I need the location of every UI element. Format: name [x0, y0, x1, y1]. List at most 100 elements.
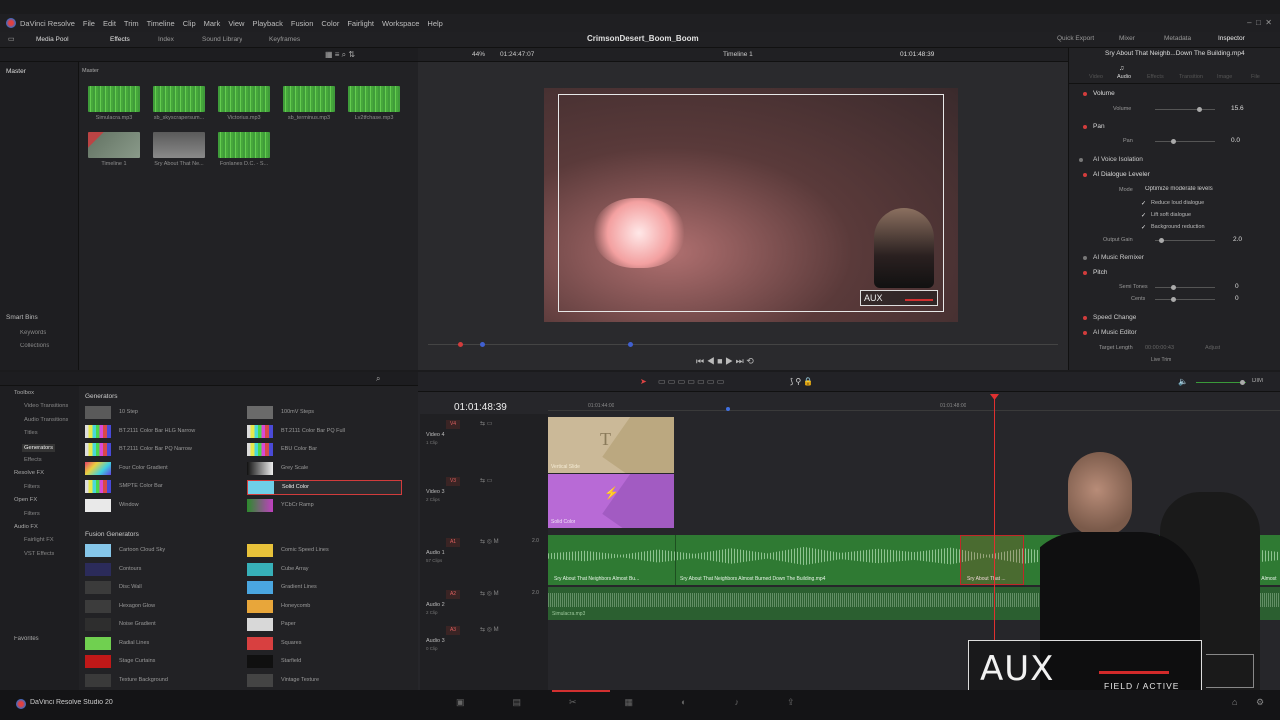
ai-voice-isolation-title[interactable]: AI Voice Isolation: [1093, 156, 1143, 163]
track-control-icons[interactable]: ⇆ ◎ M: [480, 626, 499, 633]
tab-audio[interactable]: Audio: [1117, 74, 1131, 80]
remixer-dot[interactable]: [1083, 256, 1087, 260]
marker-red[interactable]: [458, 342, 463, 347]
semi-tones-value[interactable]: 0: [1235, 283, 1239, 290]
generator-item[interactable]: BT.2111 Color Bar PQ Full: [247, 424, 402, 440]
fusion-generator-item[interactable]: Comic Speed Lines: [247, 544, 402, 559]
fusion-generator-item[interactable]: Noise Gradient: [85, 618, 240, 633]
menu-item-view[interactable]: View: [228, 19, 244, 28]
page-tabs[interactable]: ▣▤✂▦◐♪⇪: [456, 697, 843, 708]
generator-item[interactable]: Window: [85, 498, 240, 514]
check-icon-3[interactable]: ✓: [1141, 224, 1146, 231]
master-bin[interactable]: Master: [6, 68, 26, 75]
menu-item-color[interactable]: Color: [321, 19, 339, 28]
fusion-generator-item[interactable]: Gradient Lines: [247, 581, 402, 596]
volume-enable-dot[interactable]: [1083, 92, 1087, 96]
track-id-badge[interactable]: V4: [446, 420, 460, 429]
fusion-generator-item[interactable]: Stage Curtains: [85, 655, 240, 670]
menu-item-help[interactable]: Help: [427, 19, 442, 28]
fusion-generator-item[interactable]: Cartoon Cloud Sky: [85, 544, 240, 559]
edit-tools-icons[interactable]: ▭ ▭ ▭ ▭ ▭ ▭ ▭: [658, 377, 724, 386]
smart-bin-collections[interactable]: Collections: [20, 343, 49, 349]
generator-item[interactable]: 10 Step: [85, 406, 240, 421]
title-clip-v4[interactable]: T Vertical Slide: [548, 417, 674, 473]
snap-link-icons[interactable]: ⟆ ⚲ 🔒: [790, 377, 813, 386]
generator-item[interactable]: 100mV Steps: [247, 406, 402, 421]
search-icon[interactable]: ⌕: [376, 374, 380, 384]
track-id-badge[interactable]: A1: [446, 538, 460, 547]
metadata-button[interactable]: Metadata: [1164, 35, 1191, 42]
media-clip[interactable]: sb_terminus.mp3: [283, 86, 335, 121]
check-icon-2[interactable]: ✓: [1141, 212, 1146, 219]
fx-category-toolbox[interactable]: Toolbox: [14, 390, 34, 396]
playhead[interactable]: [994, 398, 995, 640]
fx-category-video-transitions[interactable]: Video Transitions: [24, 403, 68, 409]
menu-item-timeline[interactable]: Timeline: [147, 19, 175, 28]
generator-item[interactable]: EBU Color Bar: [247, 443, 402, 458]
dialogue-enable-dot[interactable]: [1083, 173, 1087, 177]
menu-item-file[interactable]: File: [83, 19, 95, 28]
fx-category-resolve-fx[interactable]: Resolve FX: [14, 470, 44, 476]
fx-category-open-fx[interactable]: Open FX: [14, 497, 37, 503]
tab-effects[interactable]: Effects: [1147, 74, 1164, 80]
media-clip[interactable]: Lv2tfchase.mp3: [348, 86, 400, 121]
fusion-generator-item[interactable]: Disc Wall: [85, 581, 240, 596]
track-level[interactable]: 2.0: [532, 538, 539, 544]
generator-item[interactable]: Solid Color: [247, 480, 402, 495]
target-length-value[interactable]: 00:00:00:43: [1145, 345, 1174, 351]
semi-tones-slider[interactable]: [1155, 285, 1215, 290]
zoom-level[interactable]: 44%: [472, 51, 485, 58]
track-id-badge[interactable]: A3: [446, 626, 460, 635]
fusion-generator-item[interactable]: Cube Array: [247, 562, 402, 578]
fx-category-filters[interactable]: Filters: [24, 511, 40, 517]
media-clip[interactable]: Fonlanes D.C. - S...: [218, 132, 270, 167]
track-level[interactable]: 2.0: [532, 590, 539, 596]
media-clip[interactable]: Victorius.mp3: [218, 86, 270, 121]
fx-category-audio-transitions[interactable]: Audio Transitions: [24, 417, 68, 423]
music-editor-dot[interactable]: [1083, 331, 1087, 335]
fx-category-audio-fx[interactable]: Audio FX: [14, 524, 38, 530]
video-frame[interactable]: AUX: [544, 88, 958, 322]
generator-item[interactable]: BT.2111 Color Bar HLG Narrow: [85, 424, 240, 440]
timeline-marker-blue[interactable]: [726, 407, 730, 411]
effects-button[interactable]: Effects: [110, 36, 130, 43]
fusion-generator-item[interactable]: Vintage Texture: [247, 673, 402, 689]
generator-item[interactable]: BT.2111 Color Bar PQ Narrow: [85, 443, 240, 458]
scrubber-bar[interactable]: [428, 344, 1058, 345]
menu-item-clip[interactable]: Clip: [183, 19, 196, 28]
settings-gear-icon[interactable]: ⚙: [1256, 697, 1264, 708]
home-icon[interactable]: ⌂: [1232, 697, 1237, 707]
speed-change-title[interactable]: Speed Change: [1093, 314, 1136, 321]
tab-image[interactable]: Image: [1217, 74, 1232, 80]
output-gain-slider[interactable]: [1155, 238, 1215, 243]
layout-icons[interactable]: ▭: [8, 35, 15, 43]
fx-category-generators[interactable]: Generators: [22, 443, 55, 452]
output-gain-value[interactable]: 2.0: [1233, 236, 1242, 243]
pan-enable-dot[interactable]: [1083, 125, 1087, 129]
quick-export-button[interactable]: Quick Export: [1057, 35, 1094, 42]
cents-slider[interactable]: [1155, 297, 1215, 302]
generator-item[interactable]: YCbCr Ramp: [247, 498, 402, 514]
master-volume-slider[interactable]: [1196, 380, 1246, 385]
smart-bin-keywords[interactable]: Keywords: [20, 330, 46, 336]
mode-dropdown[interactable]: Optimize moderate levels: [1145, 186, 1213, 192]
live-trim-button[interactable]: Live Trim: [1151, 357, 1171, 363]
track-control-icons[interactable]: ⇆ ◎ M: [480, 590, 499, 597]
marker-blue[interactable]: [480, 342, 485, 347]
tab-video[interactable]: Video: [1089, 74, 1103, 80]
speaker-icon[interactable]: 🔈: [1178, 377, 1188, 386]
inspector-button[interactable]: Inspector: [1218, 35, 1245, 42]
track-control-icons[interactable]: ⇆ ◎ M: [480, 538, 499, 545]
pan-slider[interactable]: [1155, 139, 1215, 144]
fusion-generator-item[interactable]: Starfield: [247, 655, 402, 670]
generator-item[interactable]: SMPTE Color Bar: [85, 480, 240, 495]
index-button[interactable]: Index: [158, 36, 174, 43]
media-pool-button[interactable]: Media Pool: [36, 36, 69, 43]
cents-value[interactable]: 0: [1235, 295, 1239, 302]
fusion-generator-item[interactable]: Contours: [85, 562, 240, 578]
transport-controls[interactable]: ⏮ ◀ ■ ▶ ⏭ ⟲: [696, 356, 754, 367]
mixer-button[interactable]: Mixer: [1119, 35, 1135, 42]
fx-category-titles[interactable]: Titles: [24, 430, 38, 436]
keyframes-button[interactable]: Keyframes: [269, 36, 300, 43]
check-icon-1[interactable]: ✓: [1141, 200, 1146, 207]
